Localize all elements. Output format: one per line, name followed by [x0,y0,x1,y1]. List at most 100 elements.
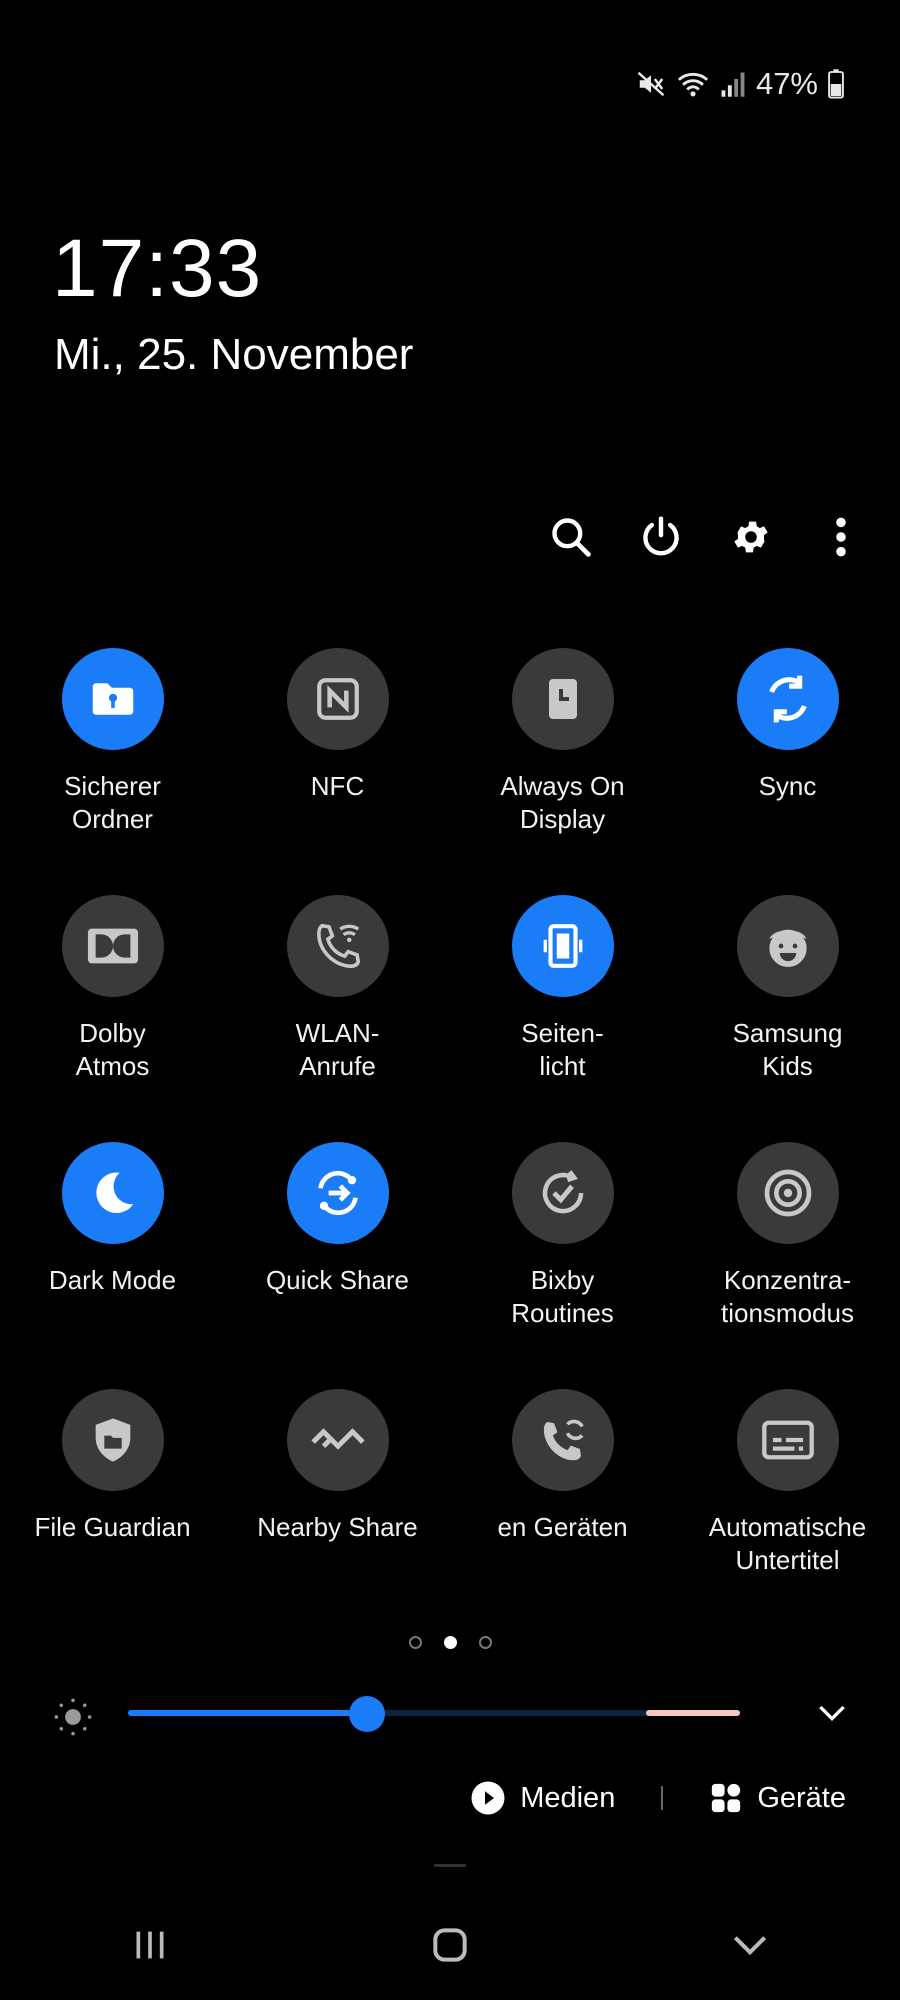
gear-icon [734,521,768,553]
chevron-down-icon [733,1936,767,1956]
tile-label: Sicherer Ordner [64,771,161,834]
recents-button[interactable] [90,1915,210,1975]
nfc-icon [316,678,359,720]
brightness-control [0,1690,900,1738]
sync-icon [768,675,807,723]
home-button[interactable] [390,1915,510,1975]
tile-quick-share[interactable]: Quick Share [225,1142,450,1389]
media-label: Medien [520,1781,616,1814]
brightness-high-zone [646,1710,740,1716]
play-circle-icon [471,1781,505,1815]
page-dot-current[interactable] [443,1636,457,1649]
tile-toggle[interactable] [736,648,839,750]
signal-icon [720,70,746,98]
devices-label: Geräte [757,1781,846,1814]
tile-toggle[interactable] [286,1142,389,1244]
more-options-button[interactable] [812,508,870,566]
power-icon [643,516,679,556]
captions-icon [761,1420,814,1460]
tile-toggle[interactable] [61,1142,164,1244]
tile-toggle[interactable] [61,895,164,997]
page-indicator [0,1636,900,1649]
tile-label: en Geräten [497,1512,628,1542]
tile-toggle[interactable] [511,895,614,997]
clock: 17:33 [52,223,263,314]
dolby-icon [87,928,138,964]
call-sync-icon [543,1419,584,1461]
tile-label: Automatische Untertitel [708,1512,867,1575]
expand-brightness-button[interactable] [812,1692,852,1737]
tile-label: Nearby Share [257,1512,418,1542]
battery-text: 47% [755,66,818,101]
tile-bixby-routines[interactable]: Bixby Routines [450,1142,675,1389]
moon-icon [95,1172,133,1214]
tile-label: Sync [758,771,817,801]
tile-toggle[interactable] [286,895,389,997]
quick-panel-actions [542,508,870,566]
brightness-icon [52,1696,94,1743]
tile-toggle[interactable] [61,648,164,750]
tile-label: Bixby Routines [511,1265,614,1328]
media-button[interactable]: Medien [470,1780,615,1816]
kids-face-icon [768,929,807,967]
tile-nfc[interactable]: NFC [225,648,450,895]
tile-seitenlicht[interactable]: Seiten- licht [450,895,675,1142]
tile-konzentrationsmodus[interactable]: Konzentra- tionsmodus [675,1142,900,1389]
brightness-fill [128,1710,367,1716]
tile-dolby-atmos[interactable]: Dolby Atmos [0,895,225,1142]
quick-share-icon [317,1170,358,1216]
tile-label: Dark Mode [48,1265,177,1295]
search-icon [552,518,591,557]
power-button[interactable] [632,508,690,566]
tile-toggle[interactable] [736,895,839,997]
tile-sicherer-ordner[interactable]: Sicherer Ordner [0,648,225,895]
page-dot[interactable] [478,1636,492,1649]
tile-nearby-share[interactable]: Nearby Share [225,1389,450,1636]
battery-icon [828,69,844,99]
devices-button[interactable]: Geräte [709,1781,846,1815]
tile-automatische-untertitel[interactable]: Automatische Untertitel [675,1389,900,1636]
nearby-share-icon [310,1428,365,1450]
mute-icon [636,69,666,99]
tile-wlan-anrufe[interactable]: WLAN- Anrufe [225,895,450,1142]
tile-toggle[interactable] [286,1389,389,1491]
tile-toggle[interactable] [511,1142,614,1244]
tile-toggle[interactable] [61,1389,164,1491]
edge-lighting-icon [543,924,582,968]
chevron-down-icon [819,1705,845,1722]
tile-label: Samsung Kids [732,1018,843,1081]
tile-anrufe-auf-anderen-geraeten[interactable]: en Geräten [450,1389,675,1636]
hide-keyboard-button[interactable] [690,1915,810,1975]
tile-label: Quick Share [265,1265,410,1295]
brightness-thumb[interactable] [348,1696,385,1732]
tile-label: Seiten- licht [521,1018,604,1081]
brightness-slider[interactable] [128,1696,740,1732]
tile-toggle[interactable] [286,648,389,750]
tile-label: Always On Display [500,771,625,834]
media-devices-row: Medien Geräte [470,1780,846,1816]
tile-label: Konzentra- tionsmodus [721,1265,854,1328]
home-icon [433,1928,467,1962]
page-dot[interactable] [408,1636,422,1649]
navigation-bar [0,1910,900,1980]
search-button[interactable] [542,508,600,566]
settings-button[interactable] [722,508,780,566]
tile-toggle[interactable] [736,1142,839,1244]
tile-label: NFC [310,771,365,801]
tile-sync[interactable]: Sync [675,648,900,895]
panel-drag-handle[interactable] [434,1864,466,1867]
tile-label: Dolby Atmos [75,1018,150,1081]
tile-always-on-display[interactable]: Always On Display [450,648,675,895]
tile-toggle[interactable] [511,648,614,750]
wifi-call-icon [316,923,360,969]
tile-samsung-kids[interactable]: Samsung Kids [675,895,900,1142]
focus-target-icon [764,1169,811,1217]
tile-toggle[interactable] [736,1389,839,1491]
tile-toggle[interactable] [511,1389,614,1491]
quick-settings-grid: Sicherer Ordner NFC Always On Display Sy… [0,648,900,1636]
tile-file-guardian[interactable]: File Guardian [0,1389,225,1636]
wifi-icon [676,69,710,99]
clock-screen-icon [548,679,577,719]
more-vertical-icon [836,517,846,557]
tile-dark-mode[interactable]: Dark Mode [0,1142,225,1389]
